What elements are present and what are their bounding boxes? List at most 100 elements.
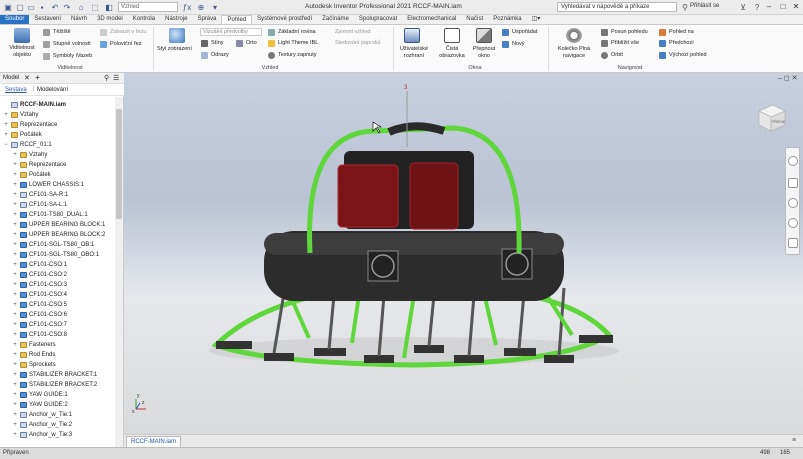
- viewcube-icon[interactable]: PŘEDNÍ: [755, 101, 787, 133]
- expand-toggle-icon[interactable]: +: [12, 422, 18, 428]
- expand-toggle-icon[interactable]: +: [12, 302, 18, 308]
- search-icon[interactable]: ⚲: [104, 74, 109, 82]
- clean-screen-button[interactable]: Čistá obrazovka: [437, 46, 467, 60]
- tab-electromechanical[interactable]: Electromechanical: [402, 15, 461, 24]
- tree-item[interactable]: + YAW GUIDE:1: [12, 390, 68, 400]
- add-browser-icon[interactable]: +: [35, 73, 40, 82]
- clean-screen-icon[interactable]: [444, 28, 460, 43]
- help-search-input[interactable]: Vyhledávat v nápovědě a příkaze: [557, 2, 677, 12]
- enhanced-appearance-button[interactable]: Zjemnit vzhled: [335, 29, 370, 35]
- document-tab[interactable]: RCCF-MAIN.iam: [126, 436, 181, 447]
- tree-item[interactable]: + CF101-CSO:3: [12, 280, 67, 290]
- appearance-combo[interactable]: Vzhled: [118, 2, 178, 12]
- minimize-button[interactable]: –: [762, 1, 776, 13]
- full-nav-wheel-icon[interactable]: [788, 156, 798, 166]
- browser-scrollbar[interactable]: [115, 97, 123, 447]
- tree-item[interactable]: + CF101-CSO:2: [12, 270, 67, 280]
- select-icon[interactable]: ⬚: [90, 2, 100, 12]
- constraint-symbols-button[interactable]: Symboly iVazeb: [53, 53, 92, 59]
- tree-item[interactable]: + STABILIZER BRACKET:1: [12, 370, 97, 380]
- cog-button[interactable]: Těžiště: [53, 29, 71, 35]
- tree-item[interactable]: + YAW GUIDE:2: [12, 400, 68, 410]
- expand-toggle-icon[interactable]: +: [12, 432, 18, 438]
- tree-item[interactable]: + Anchor_w_Tie:1: [12, 410, 72, 420]
- expand-toggle-icon[interactable]: +: [12, 272, 18, 278]
- expand-toggle-icon[interactable]: +: [12, 362, 18, 368]
- scrollbar-thumb[interactable]: [116, 109, 122, 219]
- expand-toggle-icon[interactable]: +: [12, 392, 18, 398]
- tree-item[interactable]: RCCF-MAIN.iam: [3, 100, 66, 110]
- expand-toggle-icon[interactable]: +: [12, 212, 18, 218]
- tree-item[interactable]: + Vztahy: [3, 110, 38, 120]
- tab-get-started[interactable]: Začínáme: [317, 15, 354, 24]
- expand-toggle-icon[interactable]: −: [3, 142, 9, 148]
- expand-toggle-icon[interactable]: +: [12, 292, 18, 298]
- home-icon[interactable]: ⌂: [76, 2, 86, 12]
- expand-toggle-icon[interactable]: +: [12, 352, 18, 358]
- textures-button[interactable]: Textury zapnuty: [278, 52, 317, 58]
- shadows-button[interactable]: Stíny: [211, 40, 224, 46]
- tree-item[interactable]: + Počátek: [12, 170, 51, 180]
- expand-toggle-icon[interactable]: +: [12, 222, 18, 228]
- visual-presets-combo[interactable]: Vizuální předvolby: [200, 28, 262, 36]
- tree-item[interactable]: + LOWER CHASSIS:1: [12, 180, 84, 190]
- tab-environments[interactable]: Systémové prostředí: [252, 15, 317, 24]
- look-at-button[interactable]: Pohled na: [669, 29, 694, 35]
- tree-item[interactable]: + CF101-SA-L:1: [12, 200, 67, 210]
- tree-item[interactable]: + Vztahy: [12, 150, 47, 160]
- switch-window-button[interactable]: Přepnout okno: [469, 46, 499, 60]
- lighting-button[interactable]: Light Theme IBL: [278, 40, 318, 46]
- menu-icon[interactable]: ☰: [113, 74, 119, 82]
- pan-button[interactable]: Posun pohledu: [611, 29, 648, 35]
- expand-toggle-icon[interactable]: +: [12, 252, 18, 258]
- expand-toggle-icon[interactable]: +: [12, 322, 18, 328]
- expand-toggle-icon[interactable]: +: [12, 172, 18, 178]
- app-menu-icon[interactable]: ▣: [3, 2, 13, 12]
- expand-toggle-icon[interactable]: +: [12, 342, 18, 348]
- reflections-button[interactable]: Odrazy: [211, 52, 229, 58]
- tree-item[interactable]: + Anchor_w_Tie:3: [12, 430, 72, 440]
- expand-toggle-icon[interactable]: +: [12, 282, 18, 288]
- tree-item[interactable]: + Reprezentace: [3, 120, 57, 130]
- user-interface-icon[interactable]: [404, 28, 420, 43]
- steering-wheel-icon[interactable]: [566, 28, 582, 43]
- tab-annotation[interactable]: Poznámka: [488, 15, 526, 24]
- tab-modeling-browser[interactable]: Modelování: [37, 87, 68, 93]
- orbit-button[interactable]: Orbit: [611, 52, 623, 58]
- tabs-menu-icon[interactable]: ≡: [792, 437, 796, 444]
- dof-button[interactable]: Stupně volnosti: [53, 41, 91, 47]
- tree-item[interactable]: + CF101-CSO:7: [12, 320, 67, 330]
- adjust-icon[interactable]: ⊕: [196, 2, 206, 12]
- arrange-button[interactable]: Uspořádat: [512, 29, 537, 35]
- tree-item[interactable]: + Rod Ends: [12, 350, 55, 360]
- tab-3d-model[interactable]: 3D model: [92, 15, 128, 24]
- expand-toggle-icon[interactable]: +: [12, 232, 18, 238]
- tree-item[interactable]: + CF101-SA-R:1: [12, 190, 68, 200]
- new-icon[interactable]: ▢: [15, 2, 25, 12]
- visual-style-button[interactable]: Styl zobrazení: [157, 46, 192, 52]
- tree-item[interactable]: + UPPER BEARING BLOCK:2: [12, 230, 105, 240]
- tab-assembly-browser[interactable]: Sestava: [5, 87, 27, 93]
- section-view-button[interactable]: Zobrazit v řezu: [110, 29, 146, 35]
- expand-toggle-icon[interactable]: +: [3, 122, 9, 128]
- switch-window-icon[interactable]: [476, 28, 492, 43]
- tree-item[interactable]: + CF101-CSO:5: [12, 300, 67, 310]
- tab-tools[interactable]: Nástroje: [160, 15, 192, 24]
- formula-icon[interactable]: ƒx: [182, 2, 192, 12]
- expand-toggle-icon[interactable]: +: [12, 152, 18, 158]
- object-visibility-button[interactable]: Viditelnost objektu: [3, 45, 41, 59]
- expand-toggle-icon[interactable]: +: [12, 182, 18, 188]
- tree-item[interactable]: + CF101-CSO:6: [12, 310, 67, 320]
- tree-item[interactable]: + Anchor_w_Tie:2: [12, 420, 72, 430]
- object-visibility-icon[interactable]: [14, 28, 30, 43]
- login-link[interactable]: Přihlásit se: [690, 3, 719, 9]
- cart-icon[interactable]: ⊻: [738, 2, 748, 12]
- tab-design[interactable]: Návrh: [66, 15, 92, 24]
- viewcube[interactable]: PŘEDNÍ: [755, 101, 787, 133]
- pan-nav-icon[interactable]: [788, 178, 798, 188]
- tree-item[interactable]: + Sprockets: [12, 360, 56, 370]
- save-icon[interactable]: ▪: [37, 2, 47, 12]
- maximize-button[interactable]: □: [776, 1, 790, 13]
- tree-item[interactable]: + CF101-CSO:1: [12, 260, 67, 270]
- help-icon[interactable]: ?: [752, 2, 762, 12]
